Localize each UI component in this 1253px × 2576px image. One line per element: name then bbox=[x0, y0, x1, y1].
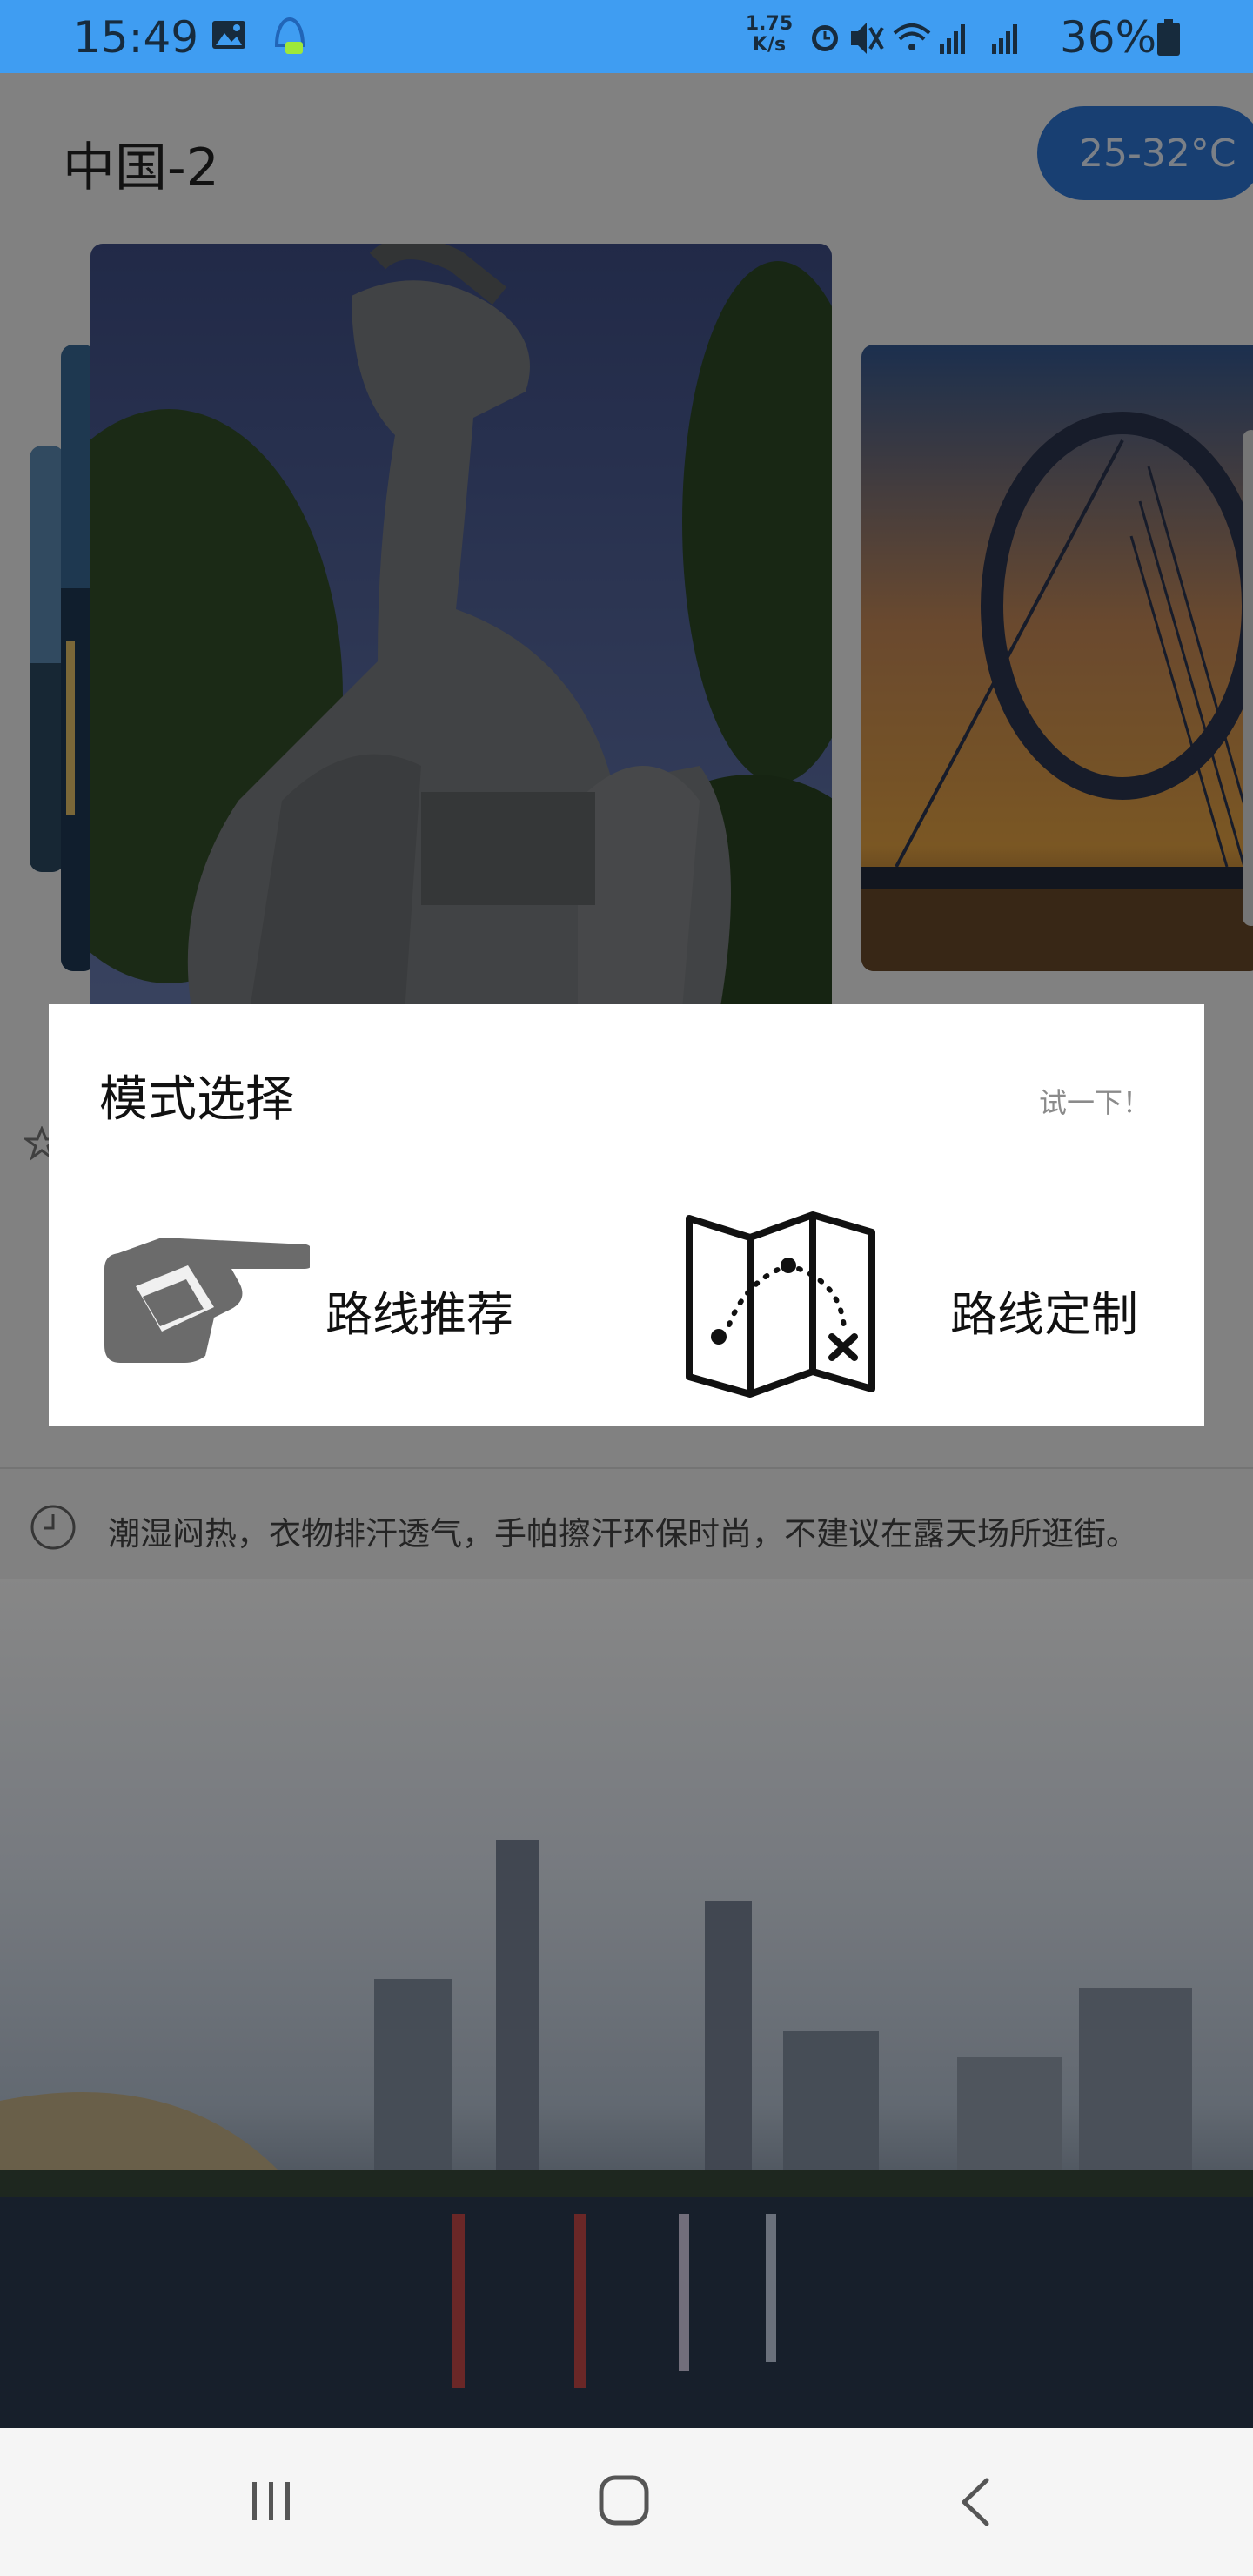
dialog-title: 模式选择 bbox=[99, 1071, 294, 1128]
battery-icon bbox=[1157, 19, 1180, 56]
map-route-icon bbox=[686, 1211, 875, 1398]
mode-select-dialog: 模式选择 试一下！ 路线推荐 路线定制 bbox=[49, 1004, 1204, 1426]
gallery-icon bbox=[212, 21, 245, 49]
network-speed: 1.75 K/s bbox=[743, 14, 795, 56]
battery-percentage: 36% bbox=[1060, 12, 1157, 63]
status-time: 15:49 bbox=[73, 12, 199, 63]
pointing-hand-icon bbox=[104, 1238, 310, 1363]
recent-apps-icon[interactable] bbox=[247, 2477, 296, 2526]
alarm-icon bbox=[812, 25, 838, 51]
signal-e-icon bbox=[940, 24, 965, 54]
signal-4g-icon bbox=[992, 24, 1017, 54]
dialog-hint: 试一下！ bbox=[1038, 1086, 1150, 1119]
back-icon[interactable] bbox=[955, 2475, 994, 2529]
home-icon[interactable] bbox=[597, 2473, 651, 2527]
system-nav-bar bbox=[0, 2428, 1253, 2576]
route-custom-label: 路线定制 bbox=[950, 1287, 1138, 1342]
network-speed-value: 1.75 bbox=[745, 13, 794, 35]
route-recommend-option[interactable]: 路线推荐 bbox=[94, 1206, 581, 1398]
route-custom-option[interactable]: 路线定制 bbox=[679, 1206, 1166, 1398]
status-bar: 15:49 1.75 K/s 36% bbox=[0, 0, 1253, 73]
network-speed-unit: K/s bbox=[752, 34, 787, 56]
wifi-icon bbox=[893, 23, 931, 50]
assistant-bell-icon bbox=[274, 17, 305, 54]
mute-icon bbox=[851, 23, 884, 54]
status-icons bbox=[812, 23, 1017, 54]
route-recommend-label: 路线推荐 bbox=[325, 1287, 513, 1342]
